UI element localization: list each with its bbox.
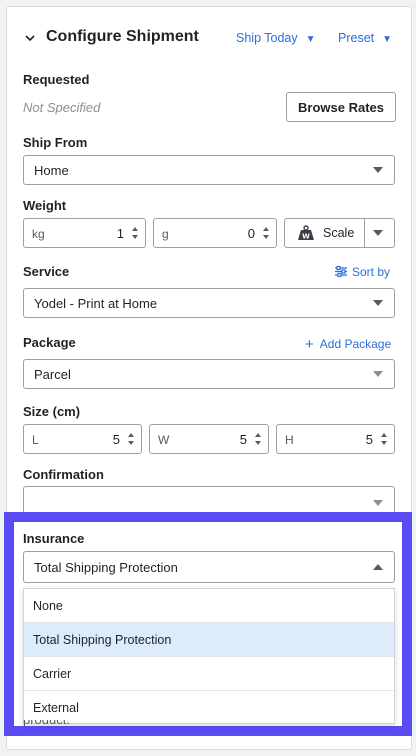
- option-label: Total Shipping Protection: [33, 633, 172, 647]
- scale-label: Scale: [323, 226, 355, 240]
- kg-unit: kg: [32, 227, 45, 241]
- insurance-select[interactable]: Total Shipping Protection: [23, 551, 395, 583]
- caret-down-icon: [373, 500, 383, 506]
- service-label: Service: [23, 264, 70, 279]
- stepper-arrows-icon[interactable]: [380, 431, 388, 447]
- kg-value: 1: [116, 226, 124, 241]
- page-title: Configure Shipment: [46, 28, 199, 45]
- g-value: 0: [247, 226, 255, 241]
- requested-label: Requested: [23, 72, 90, 87]
- caret-down-icon[interactable]: [373, 230, 383, 236]
- configure-shipment-header: Configure Shipment Ship Today ▼ Preset ▼: [24, 28, 394, 50]
- width-unit: W: [158, 433, 170, 447]
- option-label: External: [33, 701, 79, 715]
- package-label: Package: [23, 335, 76, 350]
- package-value: Parcel: [34, 367, 71, 382]
- ship-from-label: Ship From: [23, 135, 88, 150]
- caret-down-icon: ▼: [305, 34, 316, 45]
- height-unit: H: [285, 433, 294, 447]
- caret-down-icon: [373, 371, 383, 377]
- caret-down-icon: [373, 300, 383, 306]
- g-unit: g: [162, 227, 169, 241]
- browse-rates-button[interactable]: Browse Rates: [286, 92, 396, 122]
- sort-by-label: Sort by: [352, 265, 391, 279]
- insurance-option-none[interactable]: None: [24, 589, 394, 623]
- weight-kg-input[interactable]: kg 1: [23, 218, 146, 248]
- caret-down-icon: ▼: [382, 34, 393, 45]
- add-package-link[interactable]: + Add Package: [305, 336, 391, 353]
- stepper-arrows-icon[interactable]: [262, 225, 270, 241]
- truncated-text-peek: product.: [23, 720, 70, 726]
- sliders-icon: [335, 265, 347, 278]
- size-height-input[interactable]: H 5: [276, 424, 395, 454]
- caret-down-icon: [373, 167, 383, 173]
- ship-today-dropdown[interactable]: Ship Today ▼: [236, 31, 316, 45]
- size-width-input[interactable]: W 5: [149, 424, 269, 454]
- plus-icon: +: [305, 336, 314, 353]
- size-length-input[interactable]: L 5: [23, 424, 142, 454]
- service-select[interactable]: Yodel - Print at Home: [23, 288, 395, 318]
- insurance-label: Insurance: [23, 531, 85, 546]
- height-value: 5: [365, 432, 373, 447]
- caret-up-icon: [373, 564, 383, 570]
- size-label: Size (cm): [23, 404, 81, 419]
- ship-from-value: Home: [34, 163, 69, 178]
- option-label: Carrier: [33, 667, 72, 681]
- stepper-arrows-icon[interactable]: [127, 431, 135, 447]
- width-value: 5: [239, 432, 247, 447]
- stepper-arrows-icon[interactable]: [131, 225, 139, 241]
- insurance-option-total-shipping-protection[interactable]: Total Shipping Protection: [24, 623, 394, 657]
- confirmation-label: Confirmation: [23, 467, 104, 482]
- ship-today-label: Ship Today: [236, 31, 298, 45]
- package-select[interactable]: Parcel: [23, 359, 395, 389]
- add-package-label: Add Package: [319, 337, 392, 351]
- ship-from-select[interactable]: Home: [23, 155, 395, 185]
- option-label: None: [33, 599, 63, 613]
- length-value: 5: [112, 432, 120, 447]
- length-unit: L: [32, 433, 39, 447]
- chevron-down-icon[interactable]: [24, 31, 36, 49]
- requested-value: Not Specified: [23, 100, 101, 115]
- weight-g-input[interactable]: g 0: [153, 218, 277, 248]
- service-value: Yodel - Print at Home: [34, 296, 158, 311]
- scale-control: W Scale: [284, 218, 395, 248]
- insurance-value: Total Shipping Protection: [34, 560, 178, 575]
- scale-icon-letter: W: [302, 233, 310, 241]
- scale-button[interactable]: W Scale: [285, 219, 365, 247]
- insurance-option-carrier[interactable]: Carrier: [24, 657, 394, 691]
- preset-dropdown[interactable]: Preset ▼: [338, 31, 392, 45]
- preset-label: Preset: [338, 31, 375, 45]
- insurance-dropdown-menu: None Total Shipping Protection Carrier E…: [23, 588, 395, 724]
- stepper-arrows-icon[interactable]: [254, 431, 262, 447]
- weight-label: Weight: [23, 198, 67, 213]
- sort-by-link[interactable]: Sort by: [335, 265, 390, 279]
- text-peek: product.: [23, 720, 113, 726]
- scale-weight-icon: W: [298, 225, 314, 241]
